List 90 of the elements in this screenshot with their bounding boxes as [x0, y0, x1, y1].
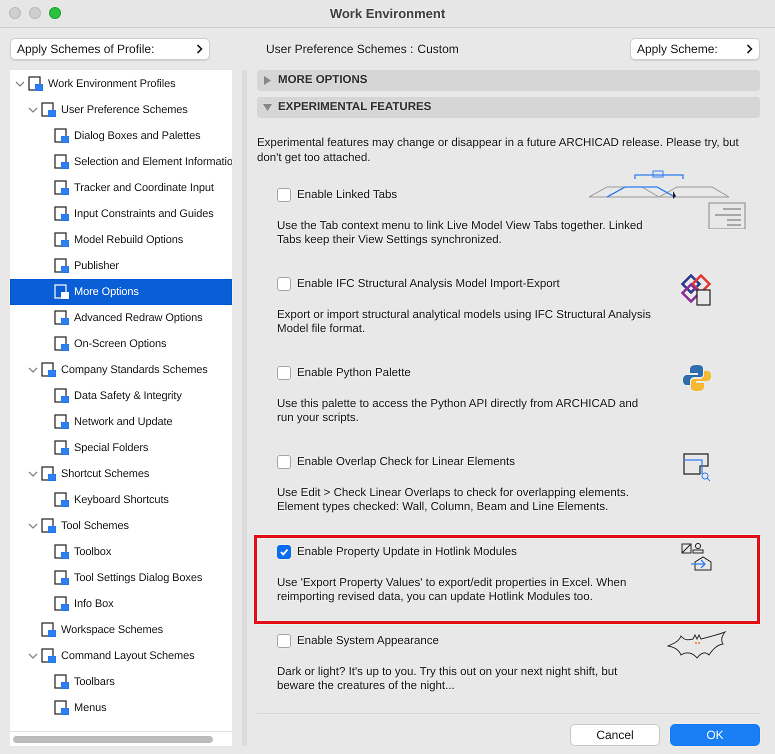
chevron-icon[interactable] [28, 105, 38, 115]
tree-item[interactable]: Data Safety & Integrity [10, 383, 232, 409]
section-header[interactable]: MORE OPTIONS [257, 70, 760, 91]
chevron-icon[interactable] [28, 651, 38, 661]
document-icon [40, 465, 58, 483]
document-icon [53, 127, 71, 145]
overlap-check-icon [682, 452, 712, 482]
document-icon [40, 101, 58, 119]
tree-item[interactable]: More Options [10, 279, 232, 305]
chevron-icon[interactable] [28, 469, 38, 479]
document-icon [53, 179, 71, 197]
tree-item[interactable]: Selection and Element Informatio [10, 149, 232, 175]
tree-item[interactable]: Info Box [10, 591, 232, 617]
document-icon [53, 231, 71, 249]
profile-menu-button[interactable]: Apply Schemes of Profile: [10, 38, 210, 60]
document-icon [53, 569, 71, 587]
document-icon [53, 673, 71, 691]
tree-item[interactable]: Network and Update [10, 409, 232, 435]
feature-description: Dark or light? It's up to you. Try this out on your next night shift, but beware the creatures of the night... [277, 664, 618, 693]
intro-text: Experimental features may change or disappear in a future ARCHICAD release. Please try, but don't get too attached. [257, 136, 740, 166]
tree-item[interactable]: Toolbox [10, 539, 232, 565]
feature-checkbox[interactable]: Enable Linked Tabs [277, 184, 657, 205]
linked-shapes-icon [680, 274, 714, 308]
tree-item[interactable]: Command Layout Schemes [10, 643, 232, 669]
document-icon [40, 621, 58, 639]
tree-item[interactable]: Company Standards Schemes [10, 357, 232, 383]
document-icon [53, 335, 71, 353]
tree-item[interactable]: Keyboard Shortcuts [10, 487, 232, 513]
zoom-button[interactable] [49, 7, 61, 19]
feature-checkbox[interactable]: Enable System Appearance [277, 630, 657, 651]
feature-checkbox[interactable]: Enable IFC Structural Analysis Model Import-Export [277, 274, 657, 294]
document-icon [27, 75, 45, 93]
feature-checkbox[interactable]: Enable Overlap Check for Linear Elements [277, 452, 657, 472]
feature-checkbox[interactable]: Enable Python Palette [277, 363, 657, 384]
window-title: Work Environment [330, 6, 446, 21]
tree-item[interactable]: User Preference Schemes [10, 97, 232, 123]
chevron-icon[interactable] [15, 79, 25, 89]
tree-item[interactable]: Menus [10, 695, 232, 721]
document-icon [40, 647, 58, 665]
disclosure-icon [263, 102, 272, 112]
python-logo-icon [682, 363, 712, 394]
chevron-icon[interactable] [28, 365, 38, 375]
tree-item[interactable]: Input Constraints and Guides [10, 201, 232, 227]
document-icon [53, 595, 71, 613]
scrollbar-thumb[interactable] [13, 736, 213, 742]
document-icon [53, 153, 71, 171]
apply-scheme-button[interactable]: Apply Scheme: [630, 38, 760, 60]
feature-description: Use Edit > Check Linear Overlaps to check for overlapping elements. Element types checked: Wall, Column, Beam and Line Elements. [277, 486, 630, 514]
document-icon [53, 309, 71, 327]
tree-item[interactable]: Tool Schemes [10, 513, 232, 539]
document-icon [53, 413, 71, 431]
ok-button[interactable]: OK [670, 724, 760, 746]
section-header[interactable]: EXPERIMENTAL FEATURES [257, 96, 760, 118]
document-icon [40, 361, 58, 379]
tree-item[interactable]: Dialog Boxes and Palettes [10, 123, 232, 149]
chevron-icon[interactable] [28, 521, 38, 531]
document-icon [53, 257, 71, 275]
cancel-button[interactable]: Cancel [570, 724, 660, 746]
disclosure-icon [263, 76, 272, 85]
tree-item[interactable]: Toolbars [10, 669, 232, 695]
tree-item[interactable]: Workspace Schemes [10, 617, 232, 643]
document-icon [53, 491, 71, 509]
document-icon [53, 205, 71, 223]
tree-item[interactable]: Shortcut Schemes [10, 461, 232, 487]
tree-item[interactable]: Work Environment Profiles [10, 71, 232, 97]
feature-description: Use this palette to access the Python API directly from ARCHICAD and run your scripts. [277, 397, 640, 426]
chevron-icon [196, 44, 203, 54]
document-icon [53, 543, 71, 561]
feature-description: Use 'Export Property Values' to export/edit properties in Excel. When reimporting revised data, you can update Hotlink Modules too. [277, 576, 628, 604]
document-icon [53, 439, 71, 457]
document-icon [53, 283, 71, 301]
tree-item[interactable]: Model Rebuild Options [10, 227, 232, 253]
tree-item[interactable]: Publisher [10, 253, 232, 279]
tree-item[interactable]: Special Folders [10, 435, 232, 461]
bat-icon [667, 630, 727, 661]
document-icon [53, 387, 71, 405]
tree-item[interactable]: On-Screen Options [10, 331, 232, 357]
checkmark-icon [279, 546, 289, 557]
tree-item[interactable]: Tool Settings Dialog Boxes [10, 565, 232, 591]
tree-item[interactable]: Advanced Redraw Options [10, 305, 232, 331]
feature-checkbox[interactable]: Enable Property Update in Hotlink Modules [277, 542, 657, 562]
document-icon [53, 699, 71, 717]
feature-description: Use the Tab context menu to link Live Model View Tabs together. Linked Tabs keep their View Settings synchronized. [277, 218, 644, 247]
scheme-value: Custom [417, 42, 459, 56]
hotlink-update-icon [681, 542, 713, 572]
document-icon [40, 517, 58, 535]
chevron-icon [746, 44, 753, 54]
scheme-label: User Preference Schemes : [266, 42, 414, 56]
feature-description: Export or import structural analytical models using IFC Structural Analysis Model file format. [277, 308, 652, 336]
tree-item[interactable]: Tracker and Coordinate Input [10, 175, 232, 201]
